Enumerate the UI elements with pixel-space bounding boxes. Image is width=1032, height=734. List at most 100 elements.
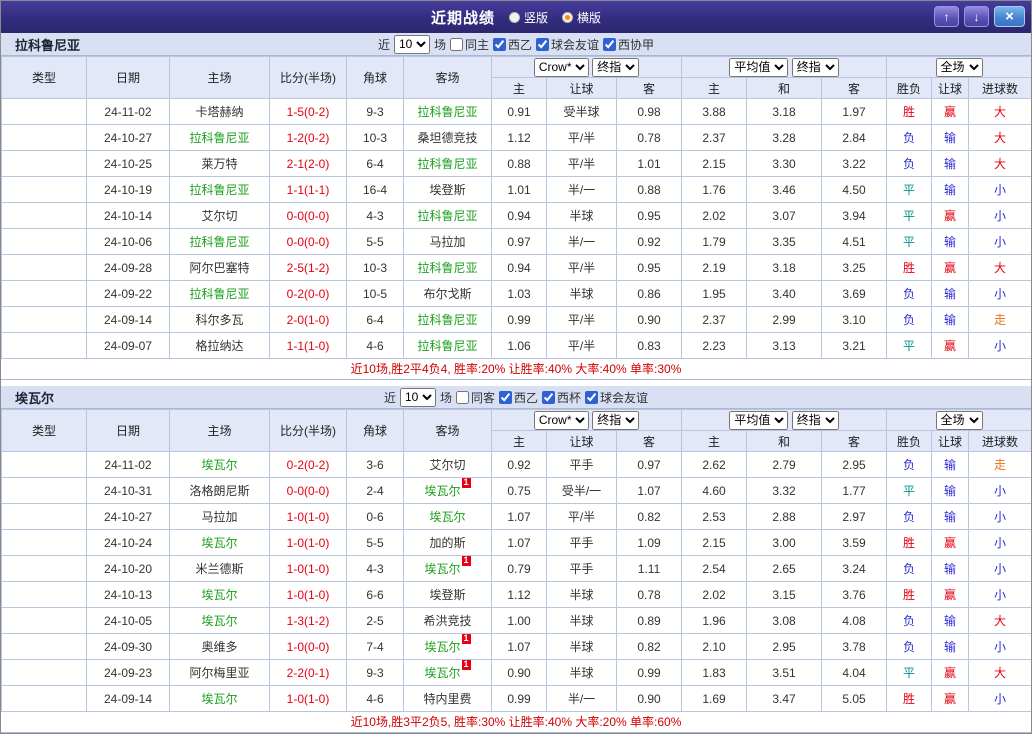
corner-score: 10-3 bbox=[346, 124, 404, 151]
away-team: 埃瓦尔1 bbox=[403, 633, 492, 660]
match-date: 24-10-20 bbox=[86, 555, 170, 582]
corner-score: 4-3 bbox=[346, 202, 404, 229]
home-team: 莱万特 bbox=[169, 150, 270, 177]
odds-away: 0.83 bbox=[615, 332, 683, 359]
goals-cell: 小 bbox=[968, 529, 1031, 556]
same-away-checkbox[interactable] bbox=[455, 390, 469, 404]
home-team: 埃瓦尔 bbox=[169, 581, 270, 608]
filter-same-home[interactable]: 同主 bbox=[449, 36, 489, 53]
filter-club-friendly[interactable]: 球会友谊 bbox=[536, 36, 599, 53]
odds-company-select[interactable]: Crow* bbox=[533, 410, 589, 430]
result-cell: 负 bbox=[886, 633, 933, 660]
match-count-select[interactable]: 10 bbox=[399, 387, 436, 407]
team-name: 埃瓦尔 bbox=[15, 390, 55, 406]
col-odds-handicap: 让球 bbox=[546, 430, 617, 452]
summary-line: 近10场,胜3平2负5, 胜率:30% 让胜率:40% 大率:20% 单率:60… bbox=[1, 712, 1031, 733]
goals-cell: 小 bbox=[968, 280, 1031, 307]
corner-score: 4-6 bbox=[346, 685, 404, 712]
avg-away: 1.77 bbox=[821, 477, 888, 504]
result-cell: 平 bbox=[886, 176, 933, 203]
avg-select[interactable]: 平均值 bbox=[729, 57, 789, 77]
avg-away: 3.76 bbox=[821, 581, 888, 608]
col-handicap-result: 让球 bbox=[931, 77, 970, 99]
filter-club-friendly[interactable]: 球会友谊 bbox=[585, 389, 648, 406]
same-home-checkbox[interactable] bbox=[449, 37, 463, 51]
match-date: 24-10-27 bbox=[86, 503, 170, 530]
col-handicap-result: 让球 bbox=[931, 430, 970, 452]
odds-home: 0.94 bbox=[491, 202, 547, 229]
col-avg-home: 主 bbox=[681, 77, 748, 99]
odds-home: 0.97 bbox=[491, 228, 547, 255]
handicap-result-cell: 输 bbox=[931, 306, 970, 333]
col-odds-handicap: 让球 bbox=[546, 77, 617, 99]
handicap-result-cell: 赢 bbox=[931, 529, 970, 556]
away-team: 拉科鲁尼亚 bbox=[403, 306, 492, 333]
result-cell: 平 bbox=[886, 477, 933, 504]
result-cell: 负 bbox=[886, 555, 933, 582]
filter-cup-xibei[interactable]: 西杯 bbox=[542, 389, 581, 406]
scroll-up-button[interactable]: ↑ bbox=[934, 6, 959, 27]
avg-odds-header: 平均值 终指 bbox=[681, 409, 888, 431]
result-cell: 平 bbox=[886, 228, 933, 255]
scroll-down-button[interactable]: ↓ bbox=[964, 6, 989, 27]
result-cell: 胜 bbox=[886, 529, 933, 556]
odds-handicap: 半球 bbox=[546, 633, 617, 660]
handicap-result-cell: 输 bbox=[931, 176, 970, 203]
odds-home: 1.07 bbox=[491, 503, 547, 530]
checkbox-label: 球会友谊 bbox=[600, 390, 649, 405]
avg-odds-header: 平均值 终指 bbox=[681, 56, 888, 78]
radio-icon[interactable] bbox=[508, 11, 520, 23]
filter-league-xiyi[interactable]: 西乙 bbox=[499, 389, 538, 406]
goals-cell: 大 bbox=[968, 659, 1031, 686]
avg-home: 3.88 bbox=[681, 98, 748, 125]
scope-select[interactable]: 全场 bbox=[935, 410, 983, 430]
col-away: 客场 bbox=[403, 56, 492, 99]
avg-select[interactable]: 平均值 bbox=[729, 410, 789, 430]
close-button[interactable]: × bbox=[994, 6, 1025, 27]
radio-icon[interactable] bbox=[562, 11, 573, 23]
xiyi-checkbox[interactable] bbox=[493, 37, 506, 51]
filter-xixiejia[interactable]: 西协甲 bbox=[603, 36, 654, 53]
filter-same-away[interactable]: 同客 bbox=[455, 389, 495, 406]
odds-home: 0.99 bbox=[491, 685, 547, 712]
odds-handicap: 平手 bbox=[546, 529, 617, 556]
handicap-result-cell: 输 bbox=[931, 228, 970, 255]
col-away: 客场 bbox=[403, 409, 492, 452]
league-type-cell: 西乙 bbox=[1, 202, 87, 229]
avg-time-select[interactable]: 终指 bbox=[791, 410, 839, 430]
filter-league-xiyi[interactable]: 西乙 bbox=[493, 36, 532, 53]
xiyi-checkbox[interactable] bbox=[499, 390, 512, 404]
away-team: 马拉加 bbox=[403, 228, 492, 255]
odds-time-select[interactable]: 终指 bbox=[592, 410, 640, 430]
xibei-checkbox[interactable] bbox=[542, 390, 556, 404]
corner-score: 0-6 bbox=[346, 503, 404, 530]
avg-home: 1.83 bbox=[681, 659, 748, 686]
handicap-result-cell: 赢 bbox=[931, 659, 970, 686]
odds-company-select[interactable]: Crow* bbox=[533, 57, 589, 77]
odds-home: 1.00 bbox=[491, 607, 547, 634]
checkbox-label: 同客 bbox=[470, 390, 495, 405]
view-horizontal-option[interactable]: 横版 bbox=[562, 9, 601, 26]
col-avg-away: 客 bbox=[821, 77, 888, 99]
odds-time-select[interactable]: 终指 bbox=[592, 57, 640, 77]
filter-bar: 近 10 场 同主 西乙 球会友谊 西协甲 bbox=[378, 34, 654, 54]
col-avg-draw: 和 bbox=[746, 77, 823, 99]
view-vertical-option[interactable]: 竖版 bbox=[508, 9, 548, 26]
away-team: 拉科鲁尼亚 bbox=[403, 254, 492, 281]
match-count-select[interactable]: 10 bbox=[393, 34, 430, 54]
odds-handicap: 平/半 bbox=[546, 150, 617, 177]
match-row: 西乙 24-11-02 埃瓦尔 0-2(0-2) 3-6 艾尔切 0.92 平手 0.97 2.6… bbox=[1, 451, 1031, 478]
goals-cell: 大 bbox=[968, 98, 1031, 125]
friendly-checkbox[interactable] bbox=[585, 390, 599, 404]
xixiejia-checkbox[interactable] bbox=[603, 37, 617, 51]
avg-draw: 2.88 bbox=[746, 503, 823, 530]
avg-time-select[interactable]: 终指 bbox=[791, 57, 839, 77]
scope-select[interactable]: 全场 bbox=[935, 57, 983, 77]
odds-away: 0.98 bbox=[615, 98, 683, 125]
handicap-result-cell: 输 bbox=[931, 477, 970, 504]
avg-home: 1.95 bbox=[681, 280, 748, 307]
odds-away: 0.86 bbox=[615, 280, 683, 307]
match-score: 1-0(1-0) bbox=[269, 581, 347, 608]
friendly-checkbox[interactable] bbox=[536, 37, 550, 51]
odds-away: 0.97 bbox=[615, 451, 683, 478]
